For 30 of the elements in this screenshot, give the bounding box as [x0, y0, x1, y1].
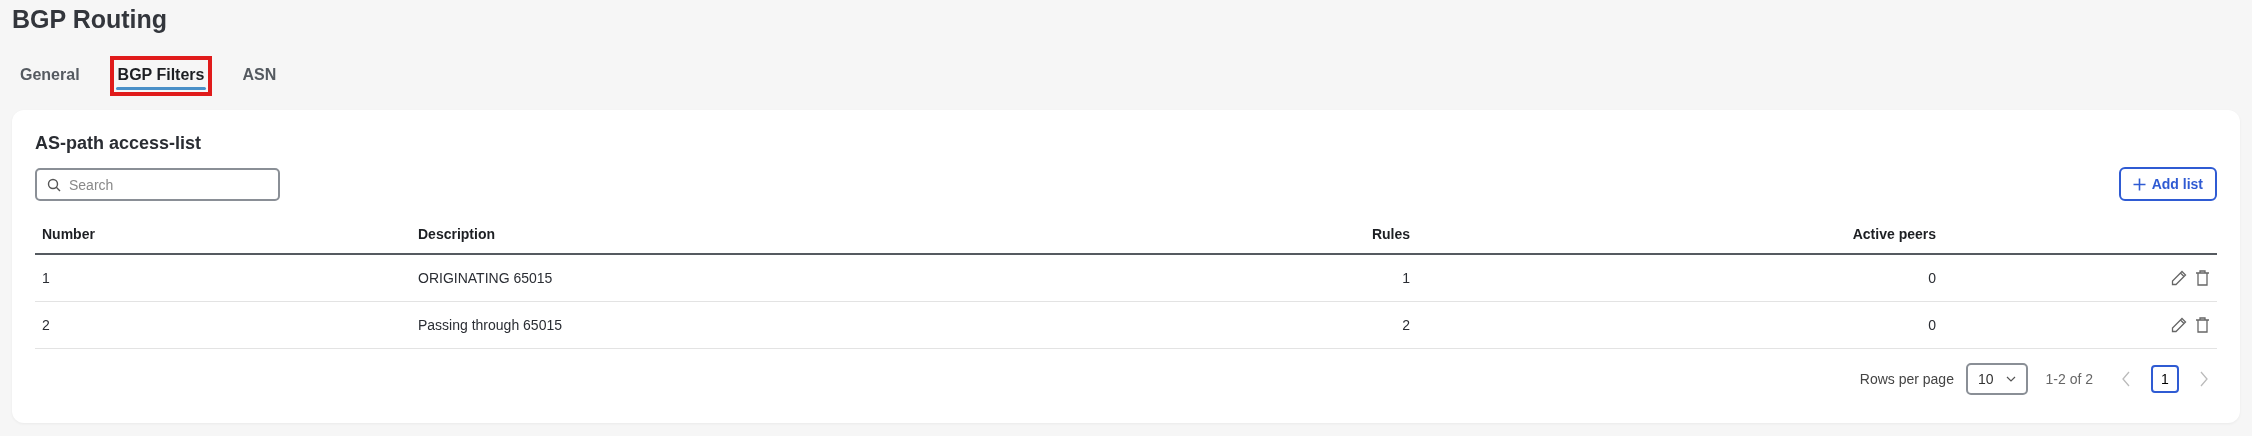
column-header: Description — [417, 226, 496, 242]
search-field[interactable]: Search — [35, 168, 280, 201]
column-header: Active peers — [1851, 226, 1937, 242]
card-title: AS-path access-list — [35, 132, 203, 155]
search-icon — [47, 178, 61, 192]
edit-icon[interactable] — [2171, 270, 2187, 286]
table-cell-text: ORIGINATING 65015 — [417, 270, 554, 286]
table-cell-text: 2 — [1401, 317, 1411, 333]
delete-icon[interactable] — [2195, 270, 2210, 286]
table-cell-text: 1 — [41, 270, 51, 286]
rows-per-page-dropdown[interactable]: 10 — [1965, 363, 2028, 395]
tab[interactable]: BGP Filters — [109, 56, 213, 96]
page-range: 1-2 of 2 — [2045, 371, 2093, 387]
page-button[interactable]: 1 — [2151, 365, 2179, 393]
rows-per-page-label: Rows per page — [1859, 371, 1954, 387]
table-cell-text: Passing through 65015 — [417, 317, 563, 333]
column-header: Rules — [1370, 226, 1411, 242]
edit-icon[interactable] — [2171, 317, 2187, 333]
chevron-down-icon — [2005, 376, 2016, 382]
add-list-button[interactable]: Add list — [2118, 167, 2217, 201]
table-cell-text: 2 — [41, 317, 51, 333]
table-cell-text: 0 — [1927, 270, 1937, 286]
table-cell-text: 0 — [1927, 317, 1937, 333]
tab[interactable]: General — [12, 56, 88, 96]
table-cell-text: 1 — [1401, 270, 1411, 286]
page-title: BGP Routing — [12, 4, 169, 35]
delete-icon[interactable] — [2195, 317, 2210, 333]
column-header: Number — [41, 226, 96, 242]
tab[interactable]: ASN — [234, 56, 285, 96]
plus-icon — [2132, 177, 2146, 191]
